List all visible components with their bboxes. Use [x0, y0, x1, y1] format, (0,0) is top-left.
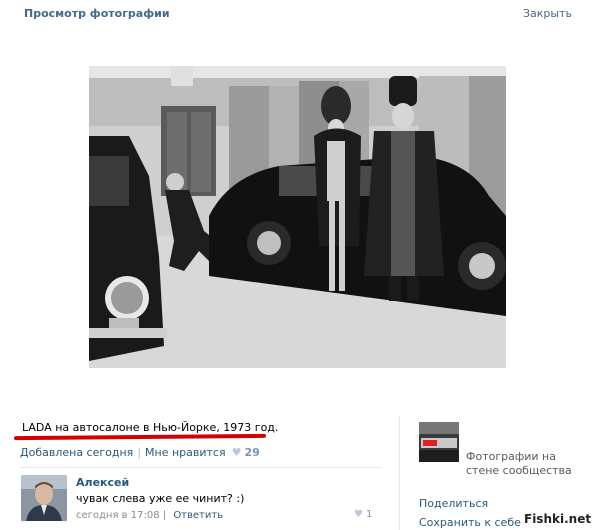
reply-button[interactable]: Ответить: [173, 510, 223, 521]
album-label[interactable]: Фотографии на стене сообщества: [466, 450, 576, 478]
comment-time[interactable]: сегодня в 17:08: [76, 510, 160, 521]
photo-image: [89, 66, 506, 368]
main-photo[interactable]: [89, 66, 506, 368]
page-title: Просмотр фотографии: [24, 7, 170, 20]
save-button[interactable]: Сохранить к себе: [419, 516, 521, 529]
share-button[interactable]: Поделиться: [419, 497, 488, 510]
comment-separator: |: [162, 510, 167, 521]
top-bar: Просмотр фотографии Закрыть: [0, 0, 592, 30]
heart-icon[interactable]: ♥: [232, 446, 242, 459]
album-image: [419, 422, 459, 462]
watermark-logo: Fishki.net: [524, 511, 592, 527]
comment-like[interactable]: ♥ 1: [354, 509, 372, 520]
comment-text: чувак слева уже ее чинит? :): [76, 492, 245, 505]
comment-meta: сегодня в 17:08 | Ответить: [76, 510, 223, 521]
comment-like-count: 1: [365, 509, 373, 520]
photo-meta: Добавлена сегодня | Мне нравится ♥ 29: [20, 446, 260, 459]
comment-author[interactable]: Алексей: [76, 476, 129, 489]
caption-underline: [13, 433, 267, 441]
heart-icon[interactable]: ♥: [354, 509, 363, 520]
close-button[interactable]: Закрыть: [523, 7, 572, 20]
meta-separator: |: [137, 446, 142, 459]
like-button[interactable]: Мне нравится: [145, 446, 226, 459]
sidebar-divider: [399, 415, 400, 530]
photo-caption: LADA на автосалоне в Нью-Йорке, 1973 год…: [22, 421, 279, 434]
avatar[interactable]: [21, 475, 67, 521]
comment-divider: [20, 467, 382, 468]
added-date-link[interactable]: Добавлена сегодня: [20, 446, 133, 459]
album-thumbnail[interactable]: [419, 422, 459, 462]
avatar-image: [21, 475, 67, 521]
like-count: 29: [244, 446, 260, 459]
